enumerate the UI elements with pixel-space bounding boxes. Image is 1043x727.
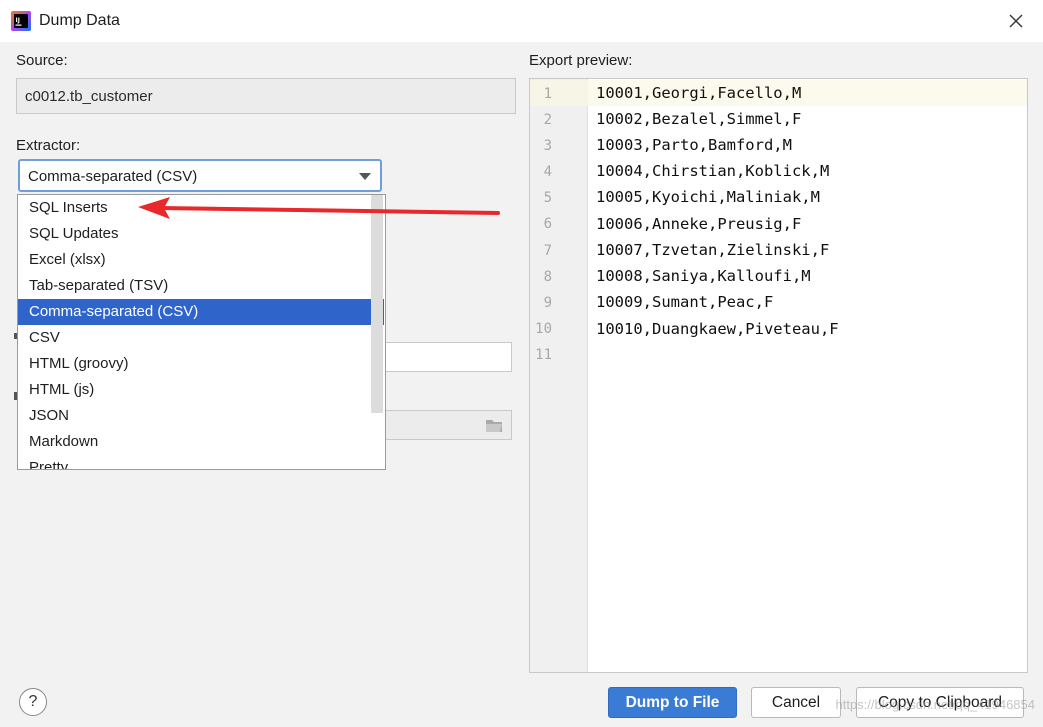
option-html-groovy[interactable]: HTML (groovy) — [18, 351, 384, 377]
window-title: Dump Data — [39, 12, 120, 29]
option-tab-separated-tsv[interactable]: Tab-separated (TSV) — [18, 273, 384, 299]
folder-icon[interactable] — [485, 418, 503, 433]
extractor-label: Extractor: — [16, 137, 81, 154]
close-icon — [1009, 14, 1023, 28]
option-html-js[interactable]: HTML (js) — [18, 377, 384, 403]
code-line: 10001,Georgi,Facello,M — [596, 84, 802, 102]
dump-to-file-button[interactable]: Dump to File — [608, 687, 737, 718]
code-line: 10005,Kyoichi,Maliniak,M — [596, 188, 820, 206]
title-bar: IJ Dump Data — [0, 0, 1043, 42]
line-number: 8 — [543, 269, 552, 285]
intellij-app-icon: IJ — [11, 11, 31, 31]
line-number: 7 — [543, 243, 552, 259]
option-markdown[interactable]: Markdown — [18, 429, 384, 455]
extractor-dropdown[interactable]: Comma-separated (CSV) — [18, 159, 382, 192]
option-json[interactable]: JSON — [18, 403, 384, 429]
line-number: 3 — [543, 138, 552, 154]
export-preview-editor[interactable]: 1 2 3 4 5 6 7 8 9 10 11 10001,Georgi,Fac… — [529, 78, 1028, 673]
source-field: c0012.tb_customer — [16, 78, 516, 114]
dropdown-scrollbar[interactable] — [371, 195, 383, 413]
code-line: 10010,Duangkaew,Piveteau,F — [596, 320, 839, 338]
extractor-options-list[interactable]: SQL Inserts SQL Updates Excel (xlsx) Tab… — [17, 194, 386, 470]
extractor-selected-value: Comma-separated (CSV) — [28, 168, 198, 185]
line-number: 10 — [535, 321, 552, 337]
line-number: 1 — [543, 86, 552, 102]
code-line: 10007,Tzvetan,Zielinski,F — [596, 241, 830, 259]
code-line: 10008,Saniya,Kalloufi,M — [596, 267, 811, 285]
option-excel-xlsx[interactable]: Excel (xlsx) — [18, 247, 384, 273]
line-number: 9 — [543, 295, 552, 311]
help-button[interactable]: ? — [19, 688, 47, 716]
code-line: 10003,Parto,Bamford,M — [596, 136, 792, 154]
chevron-down-icon — [359, 173, 371, 180]
option-csv[interactable]: CSV — [18, 325, 384, 351]
code-line: 10009,Sumant,Peac,F — [596, 293, 774, 311]
line-number: 2 — [543, 112, 552, 128]
code-line: 10004,Chirstian,Koblick,M — [596, 162, 830, 180]
option-comma-separated-csv[interactable]: Comma-separated (CSV) — [18, 299, 384, 325]
close-button[interactable] — [1003, 8, 1029, 34]
svg-text:IJ: IJ — [16, 17, 20, 24]
line-number: 6 — [543, 216, 552, 232]
line-number: 4 — [543, 164, 552, 180]
line-number: 11 — [535, 347, 552, 363]
output-field[interactable] — [384, 342, 512, 372]
code-line: 10002,Bezalel,Simmel,F — [596, 110, 802, 128]
source-label: Source: — [16, 52, 68, 69]
file-path-field[interactable] — [384, 410, 512, 440]
export-preview-label: Export preview: — [529, 52, 633, 69]
line-number: 5 — [543, 190, 552, 206]
watermark: https://blog.csdn.net/qq_41946854 — [835, 697, 1036, 712]
annotation-arrow — [138, 197, 500, 219]
code-line: 10006,Anneke,Preusig,F — [596, 215, 802, 233]
option-pretty[interactable]: Pretty — [18, 455, 384, 469]
cancel-button[interactable]: Cancel — [751, 687, 841, 718]
